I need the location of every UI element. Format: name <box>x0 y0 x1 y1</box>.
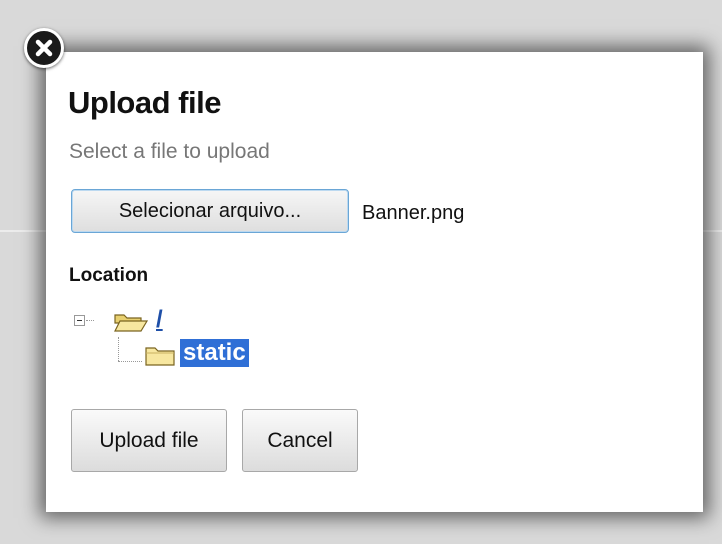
selected-file-name: Banner.png <box>362 202 465 224</box>
tree-connector <box>118 361 142 362</box>
tree-connector <box>118 337 119 361</box>
cancel-button[interactable]: Cancel <box>242 409 358 472</box>
tree-collapse-toggle[interactable] <box>74 315 85 326</box>
tree-node-root[interactable]: / <box>156 306 163 334</box>
tree-connector <box>86 320 94 321</box>
folder-open-icon <box>114 314 149 332</box>
location-label: Location <box>69 265 149 286</box>
upload-file-button[interactable]: Upload file <box>71 409 227 472</box>
dialog-subtitle: Select a file to upload <box>69 140 270 163</box>
upload-dialog: Upload file Select a file to upload Sele… <box>46 52 703 512</box>
location-tree: / static <box>74 306 374 380</box>
dialog-title: Upload file <box>68 85 221 120</box>
choose-file-button[interactable]: Selecionar arquivo... <box>71 189 349 233</box>
close-icon <box>35 39 53 57</box>
tree-node-static[interactable]: static <box>180 339 249 367</box>
folder-icon <box>145 347 175 366</box>
close-dialog-button[interactable] <box>24 28 64 68</box>
